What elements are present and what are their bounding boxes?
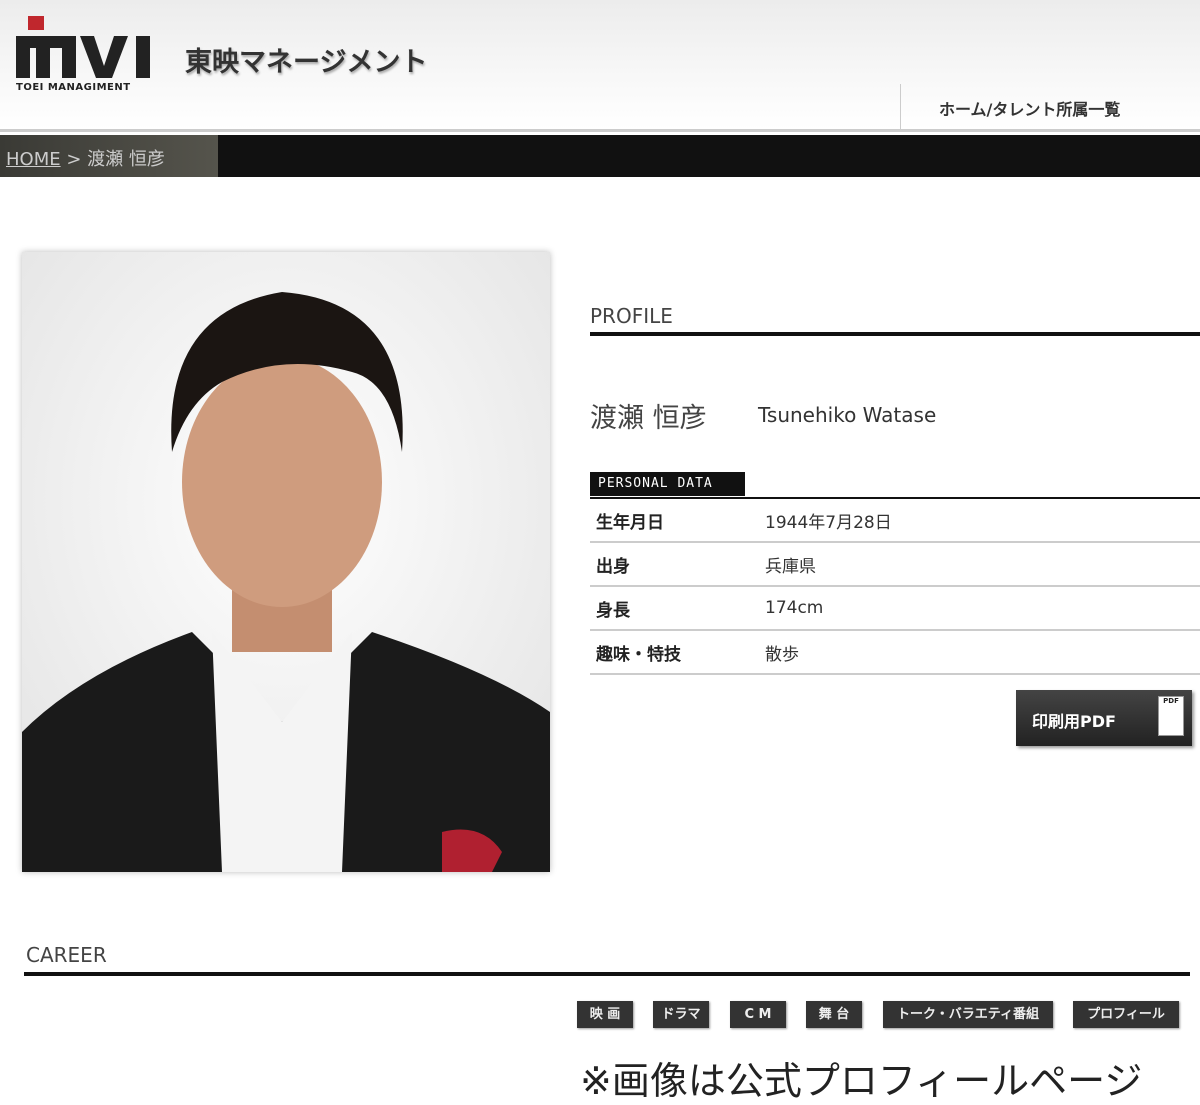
table-row: 出身 兵庫県 [590,543,1200,587]
table-row: 生年月日 1944年7月28日 [590,499,1200,543]
brand-name: 東映マネージメント [185,47,428,78]
logo-subtext: TOEI MANAGIMENT [16,82,131,93]
career-divider [24,972,1190,976]
talent-name-jp: 渡瀬 恒彦 [590,403,707,434]
tab-movie[interactable]: 映 画 [577,1001,633,1028]
table-row: 身長 174cm [590,587,1200,631]
site-header: TOEI MANAGIMENT 東映マネージメント ホーム/タレント所属一覧 [0,0,1200,132]
tab-stage[interactable]: 舞 台 [806,1001,862,1028]
row-key: 身長 [596,600,630,621]
tab-talk-variety[interactable]: トーク・バラエティ番組 [883,1001,1053,1028]
pdf-icon-label: PDF [1163,697,1179,705]
row-value: 兵庫県 [765,556,816,577]
profile-photo [22,252,550,872]
profile-divider [590,332,1200,336]
breadcrumb: HOME > 渡瀬 恒彦 [0,135,1200,177]
print-pdf-label: 印刷用PDF [1032,712,1116,731]
row-key: 趣味・特技 [596,644,681,665]
career-tabs: 映 画 ドラマ C M 舞 台 トーク・バラエティ番組 プロフィール [0,1001,1200,1031]
table-row: 趣味・特技 散歩 [590,631,1200,675]
tab-cm[interactable]: C M [730,1001,786,1028]
pdf-document-icon: PDF [1158,696,1184,736]
nav-talent-list-link[interactable]: ホーム/タレント所属一覧 [900,84,1200,130]
personal-data-label: PERSONAL DATA [590,472,745,496]
breadcrumb-separator: > [66,149,82,170]
profile-section-title: PROFILE [590,304,673,328]
row-value: 174cm [765,598,824,618]
breadcrumb-current: 渡瀬 恒彦 [87,149,165,170]
row-value: 散歩 [765,644,799,665]
talent-name-en: Tsunehiko Watase [758,403,937,427]
tab-profile[interactable]: プロフィール [1073,1001,1179,1028]
row-value: 1944年7月28日 [765,512,892,533]
print-pdf-button[interactable]: 印刷用PDF PDF [1016,690,1192,746]
career-section-title: CAREER [26,943,107,967]
tab-drama[interactable]: ドラマ [653,1001,709,1028]
row-key: 生年月日 [596,512,664,533]
row-key: 出身 [596,556,630,577]
breadcrumb-home-link[interactable]: HOME [6,149,61,170]
image-caption: ※画像は公式プロフィールページ [580,1059,1143,1103]
personal-data-table: 生年月日 1944年7月28日 出身 兵庫県 身長 174cm 趣味・特技 散歩 [590,497,1200,675]
